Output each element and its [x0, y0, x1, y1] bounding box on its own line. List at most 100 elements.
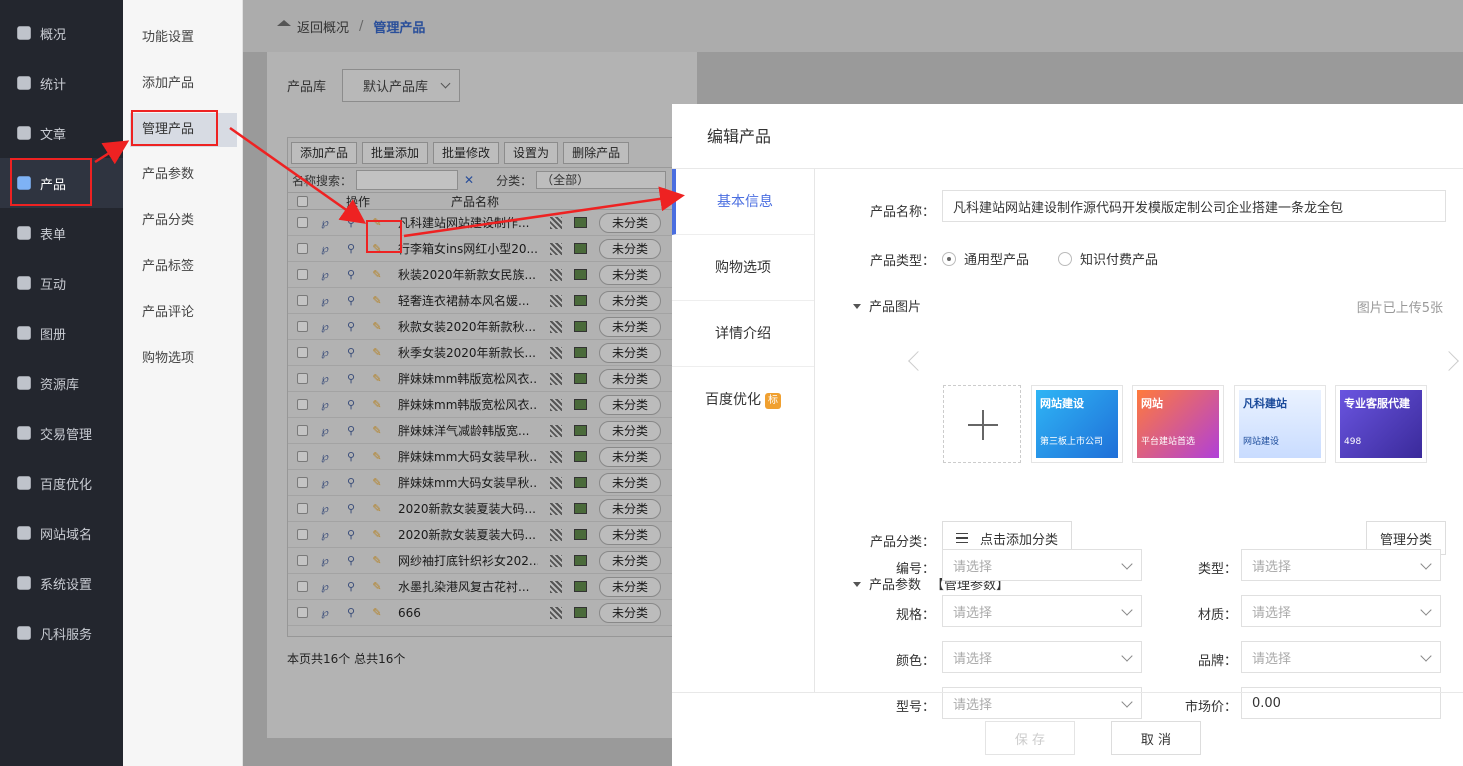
- image-icon[interactable]: [574, 503, 587, 514]
- image-icon[interactable]: [574, 477, 587, 488]
- category-badge[interactable]: 未分类: [599, 420, 662, 441]
- qrcode-icon[interactable]: [550, 268, 562, 281]
- product-name[interactable]: 水墨扎染港风复古花衬...: [398, 578, 538, 595]
- category-badge[interactable]: 未分类: [599, 290, 662, 311]
- search-icon[interactable]: ⚲: [344, 398, 358, 412]
- type-radio-knowledge[interactable]: 知识付费产品: [1058, 249, 1158, 268]
- product-name[interactable]: 胖妹妹洋气减龄韩版宽...: [398, 422, 538, 439]
- param-select[interactable]: 请选择: [1241, 641, 1441, 673]
- qrcode-icon[interactable]: [550, 320, 562, 333]
- image-icon[interactable]: [574, 269, 587, 280]
- select-all-checkbox[interactable]: [297, 195, 308, 207]
- category-badge[interactable]: 未分类: [599, 446, 662, 467]
- product-name[interactable]: 2020新款女装夏装大码...: [398, 500, 538, 517]
- category-badge[interactable]: 未分类: [599, 212, 662, 233]
- edit-icon[interactable]: ✎: [370, 346, 384, 360]
- product-name[interactable]: 2020新款女装夏装大码...: [398, 526, 538, 543]
- product-name[interactable]: 轻奢连衣裙赫本风名媛...: [398, 292, 538, 309]
- home-icon[interactable]: [277, 20, 291, 26]
- category-badge[interactable]: 未分类: [599, 498, 662, 519]
- toolbar-button-4[interactable]: 删除产品: [563, 141, 630, 164]
- image-icon[interactable]: [574, 529, 587, 540]
- row-checkbox[interactable]: [297, 373, 308, 384]
- qrcode-icon[interactable]: [550, 554, 562, 567]
- product-image-thumb[interactable]: 凡科建站 网站建设: [1234, 385, 1326, 463]
- product-name[interactable]: 秋季女装2020年新款长...: [398, 344, 538, 361]
- category-badge[interactable]: 未分类: [599, 472, 662, 493]
- row-checkbox[interactable]: [297, 503, 308, 514]
- edit-icon[interactable]: ✎: [370, 476, 384, 490]
- image-icon[interactable]: [574, 321, 587, 332]
- row-checkbox[interactable]: [297, 217, 308, 228]
- search-icon[interactable]: ⚲: [344, 580, 358, 594]
- edit-icon[interactable]: ✎: [370, 398, 384, 412]
- product-name[interactable]: 胖妹妹mm大码女装早秋...: [398, 474, 538, 491]
- category-badge[interactable]: 未分类: [599, 394, 662, 415]
- share-icon[interactable]: ℘: [318, 398, 332, 412]
- share-icon[interactable]: ℘: [318, 372, 332, 386]
- edit-icon[interactable]: ✎: [370, 554, 384, 568]
- search-icon[interactable]: ⚲: [344, 554, 358, 568]
- category-badge[interactable]: 未分类: [599, 550, 662, 571]
- image-icon[interactable]: [574, 451, 587, 462]
- sidebar-item-5[interactable]: 互动: [0, 258, 123, 308]
- category-badge[interactable]: 未分类: [599, 238, 662, 259]
- qrcode-icon[interactable]: [550, 242, 562, 255]
- share-icon[interactable]: ℘: [318, 476, 332, 490]
- param-select[interactable]: 请选择: [942, 549, 1142, 581]
- qrcode-icon[interactable]: [550, 346, 562, 359]
- sidebar-item-6[interactable]: 图册: [0, 308, 123, 358]
- row-checkbox[interactable]: [297, 269, 308, 280]
- submenu-item-5[interactable]: 产品标签: [130, 250, 237, 284]
- search-icon[interactable]: ⚲: [344, 450, 358, 464]
- chevron-left-icon[interactable]: [908, 351, 928, 371]
- edit-icon[interactable]: ✎: [370, 502, 384, 516]
- cancel-button[interactable]: 取 消: [1111, 721, 1201, 755]
- product-image-thumb[interactable]: 网站建设 第三板上市公司: [1031, 385, 1123, 463]
- share-icon[interactable]: ℘: [318, 424, 332, 438]
- share-icon[interactable]: ℘: [318, 502, 332, 516]
- image-icon[interactable]: [574, 425, 587, 436]
- type-radio-general[interactable]: 通用型产品: [942, 249, 1029, 268]
- category-badge[interactable]: 未分类: [599, 264, 662, 285]
- category-badge[interactable]: 未分类: [599, 368, 662, 389]
- search-icon[interactable]: ⚲: [344, 268, 358, 282]
- tab-shopping-options[interactable]: 购物选项: [672, 235, 814, 301]
- edit-icon[interactable]: ✎: [370, 268, 384, 282]
- submenu-item-6[interactable]: 产品评论: [130, 296, 237, 330]
- category-badge[interactable]: 未分类: [599, 602, 662, 623]
- search-icon[interactable]: ⚲: [344, 216, 358, 230]
- share-icon[interactable]: ℘: [318, 320, 332, 334]
- edit-icon[interactable]: ✎: [370, 528, 384, 542]
- category-badge[interactable]: 未分类: [599, 524, 662, 545]
- images-section-header[interactable]: 产品图片: [853, 296, 921, 315]
- sidebar-item-4[interactable]: 表单: [0, 208, 123, 258]
- row-checkbox[interactable]: [297, 399, 308, 410]
- product-image-thumb[interactable]: 专业客服代建 498: [1335, 385, 1427, 463]
- row-checkbox[interactable]: [297, 607, 308, 618]
- qrcode-icon[interactable]: [550, 502, 562, 515]
- param-select[interactable]: 请选择: [942, 641, 1142, 673]
- save-button[interactable]: 保 存: [985, 721, 1075, 755]
- tab-seo[interactable]: 百度优化标: [672, 367, 814, 433]
- sidebar-item-0[interactable]: 概况: [0, 8, 123, 58]
- share-icon[interactable]: ℘: [318, 242, 332, 256]
- product-name[interactable]: 秋装2020年新款女民族...: [398, 266, 538, 283]
- row-checkbox[interactable]: [297, 321, 308, 332]
- product-name[interactable]: 胖妹妹mm韩版宽松风衣...: [398, 396, 538, 413]
- product-name[interactable]: 凡科建站网站建设制作...: [398, 214, 538, 231]
- row-checkbox[interactable]: [297, 529, 308, 540]
- toolbar-button-2[interactable]: 批量修改: [433, 141, 500, 164]
- sidebar-item-7[interactable]: 资源库: [0, 358, 123, 408]
- submenu-item-4[interactable]: 产品分类: [130, 204, 237, 238]
- image-icon[interactable]: [574, 217, 587, 228]
- qrcode-icon[interactable]: [550, 424, 562, 437]
- search-icon[interactable]: ⚲: [344, 606, 358, 620]
- toolbar-button-1[interactable]: 批量添加: [362, 141, 429, 164]
- submenu-item-1[interactable]: 添加产品: [130, 67, 237, 101]
- share-icon[interactable]: ℘: [318, 606, 332, 620]
- edit-icon[interactable]: ✎: [370, 580, 384, 594]
- image-icon[interactable]: [574, 347, 587, 358]
- edit-icon[interactable]: ✎: [370, 606, 384, 620]
- sidebar-item-11[interactable]: 系统设置: [0, 558, 123, 608]
